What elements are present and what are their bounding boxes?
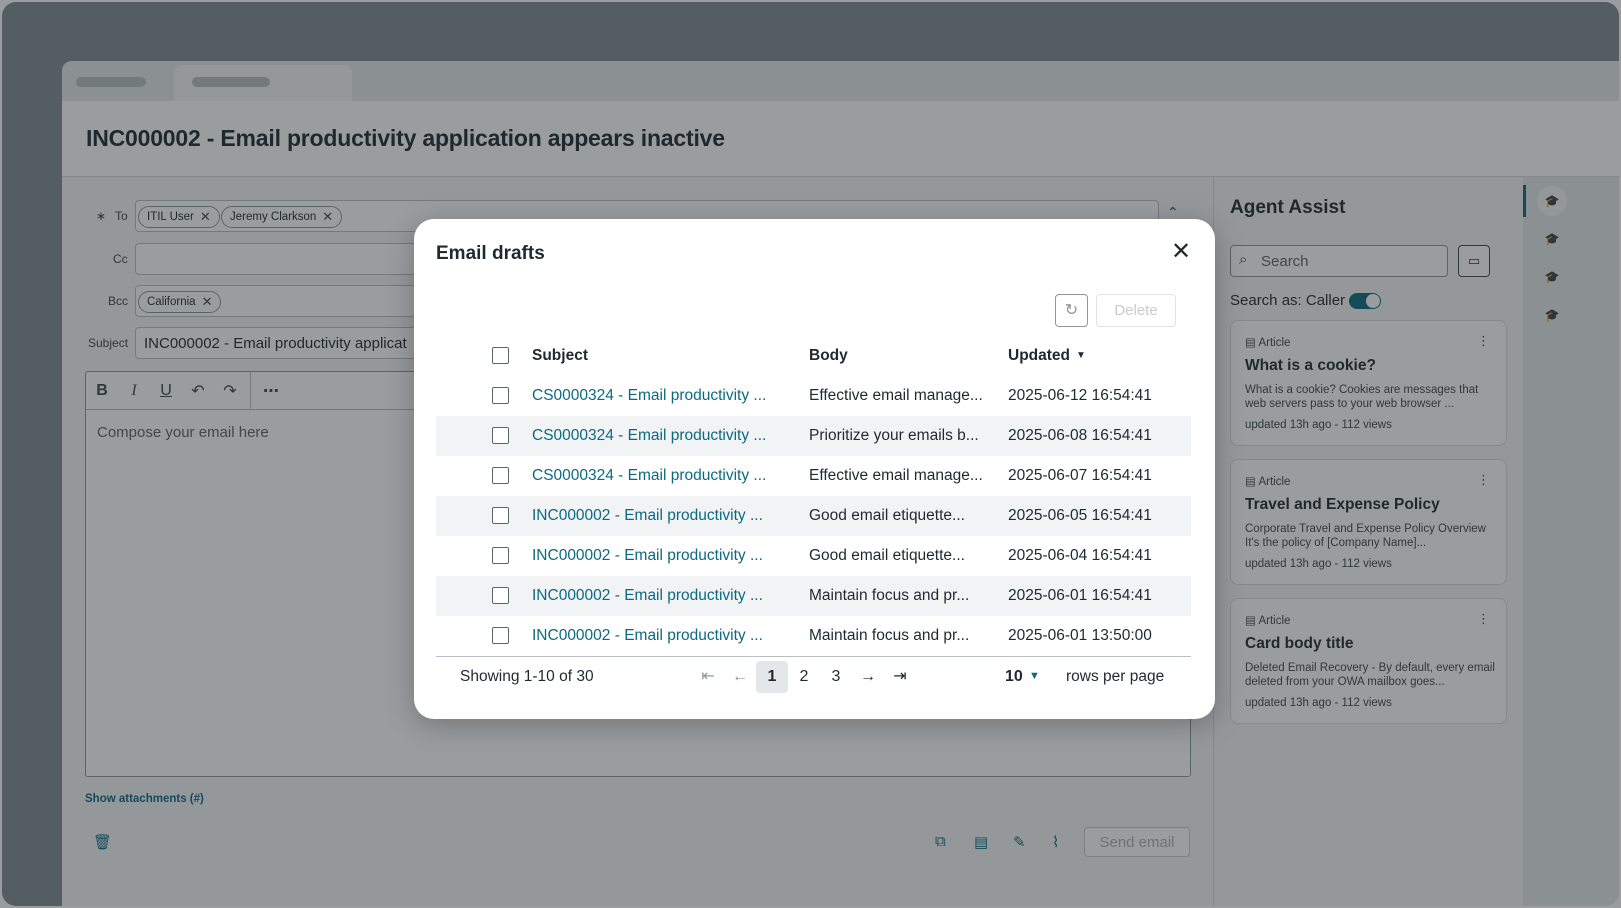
table-row[interactable]: CS0000324 - Email productivity ... Prior… — [436, 416, 1191, 456]
first-page-icon[interactable]: ⇤ — [692, 661, 724, 693]
draft-updated: 2025-06-08 16:54:41 — [1008, 427, 1152, 444]
modal-title: Email drafts — [436, 243, 545, 264]
draft-updated: 2025-06-12 16:54:41 — [1008, 387, 1152, 404]
row-checkbox[interactable] — [492, 587, 509, 604]
draft-subject-link[interactable]: CS0000324 - Email productivity ... — [532, 467, 766, 485]
table-row[interactable]: INC000002 - Email productivity ... Maint… — [436, 616, 1191, 656]
draft-updated: 2025-06-01 16:54:41 — [1008, 587, 1152, 604]
rows-per-page-select[interactable]: 10 — [1005, 668, 1023, 686]
table-header: Subject Body Updated ▼ — [436, 336, 1191, 376]
draft-body: Good email etiquette... — [809, 547, 965, 564]
rows-per-page-label: rows per page — [1066, 668, 1165, 685]
draft-body: Maintain focus and pr... — [809, 627, 970, 644]
last-page-icon[interactable]: ⇥ — [884, 661, 916, 693]
draft-subject-link[interactable]: CS0000324 - Email productivity ... — [532, 427, 766, 445]
draft-body: Effective email manage... — [809, 387, 983, 404]
row-checkbox[interactable] — [492, 427, 509, 444]
draft-updated: 2025-06-01 13:50:00 — [1008, 627, 1152, 644]
table-row[interactable]: INC000002 - Email productivity ... Maint… — [436, 576, 1191, 616]
draft-subject-link[interactable]: INC000002 - Email productivity ... — [532, 627, 763, 645]
row-checkbox[interactable] — [492, 467, 509, 484]
close-icon[interactable]: ✕ — [1168, 239, 1194, 265]
row-checkbox[interactable] — [492, 387, 509, 404]
row-checkbox[interactable] — [492, 507, 509, 524]
pagination: ⇤ ← 1 2 3 → ⇥ — [692, 661, 916, 693]
page-button[interactable]: 3 — [820, 661, 852, 693]
sort-descending-icon[interactable]: ▼ — [1076, 350, 1086, 361]
next-page-icon[interactable]: → — [852, 661, 884, 693]
table-row[interactable]: CS0000324 - Email productivity ... Effec… — [436, 376, 1191, 416]
draft-subject-link[interactable]: CS0000324 - Email productivity ... — [532, 387, 766, 405]
delete-button[interactable]: Delete — [1096, 294, 1176, 327]
draft-updated: 2025-06-05 16:54:41 — [1008, 507, 1152, 524]
previous-page-icon[interactable]: ← — [724, 661, 756, 693]
draft-body: Maintain focus and pr... — [809, 587, 970, 604]
drafts-table: Subject Body Updated ▼ CS0000324 - Email … — [436, 336, 1191, 656]
page-button-current[interactable]: 1 — [756, 661, 788, 693]
column-header-body[interactable]: Body — [809, 347, 848, 365]
table-row[interactable]: CS0000324 - Email productivity ... Effec… — [436, 456, 1191, 496]
draft-body: Good email etiquette... — [809, 507, 965, 524]
draft-updated: 2025-06-07 16:54:41 — [1008, 467, 1152, 484]
chevron-down-icon[interactable]: ▼ — [1029, 670, 1040, 682]
column-header-updated[interactable]: Updated ▼ — [1008, 347, 1086, 365]
draft-subject-link[interactable]: INC000002 - Email productivity ... — [532, 547, 763, 565]
table-footer: Showing 1-10 of 30 ⇤ ← 1 2 3 → ⇥ 10 ▼ ro… — [436, 656, 1191, 696]
refresh-icon[interactable]: ↻ — [1055, 294, 1088, 327]
draft-updated: 2025-06-04 16:54:41 — [1008, 547, 1152, 564]
draft-subject-link[interactable]: INC000002 - Email productivity ... — [532, 587, 763, 605]
row-checkbox[interactable] — [492, 547, 509, 564]
column-header-subject[interactable]: Subject — [532, 347, 588, 365]
pagination-summary: Showing 1-10 of 30 — [460, 668, 594, 685]
table-row[interactable]: INC000002 - Email productivity ... Good … — [436, 536, 1191, 576]
draft-body: Effective email manage... — [809, 467, 983, 484]
table-row[interactable]: INC000002 - Email productivity ... Good … — [436, 496, 1191, 536]
select-all-checkbox[interactable] — [492, 347, 509, 364]
draft-subject-link[interactable]: INC000002 - Email productivity ... — [532, 507, 763, 525]
email-drafts-modal: Email drafts ✕ ↻ Delete Subject Body Upd… — [414, 219, 1215, 719]
row-checkbox[interactable] — [492, 627, 509, 644]
page-button[interactable]: 2 — [788, 661, 820, 693]
draft-body: Prioritize your emails b... — [809, 427, 979, 444]
